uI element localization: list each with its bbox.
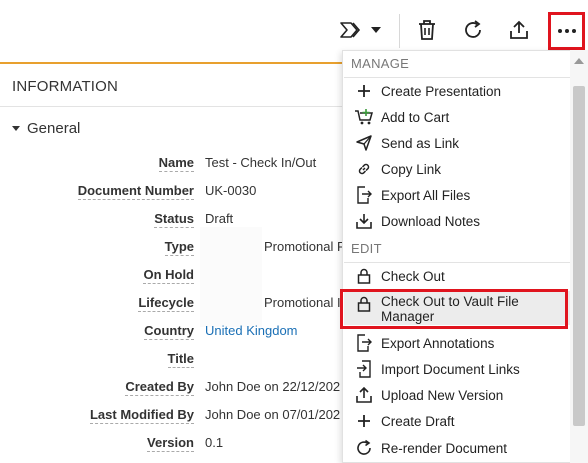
field-row-country: Country United Kingdom [0,323,350,343]
caret-down-icon [12,126,20,131]
menu-item-label: Re-render Document [381,440,508,456]
field-value: Promotional P [264,239,346,254]
field-label: Title [167,351,194,368]
menu-item-check-out[interactable]: Check Out [344,263,576,289]
more-icon [557,28,577,34]
menu-item-label: Add to Cart [381,109,450,125]
menu-item-add-to-cart[interactable]: Add to Cart [344,104,576,130]
field-label: Country [144,323,194,340]
plus-icon [354,411,374,431]
more-actions-menu: MANAGE Create Presentation Add to Cart S… [342,50,576,463]
field-label: On Hold [143,267,194,284]
field-label: Lifecycle [138,295,194,312]
upload-icon [508,19,530,41]
refresh-button[interactable] [457,14,489,46]
field-label: Status [154,211,194,228]
field-row-created-by: Created By John Doe on 22/12/202 [0,379,350,399]
menu-item-label: Create Presentation [381,83,502,99]
menu-item-re-render-document[interactable]: Re-render Document [344,435,576,461]
field-label: Document Number [77,183,194,200]
field-row-type: Type Promotional P [0,239,350,259]
menu-item-download-notes[interactable]: Download Notes [344,208,576,234]
chevron-down-icon [371,26,381,34]
menu-item-label: Create Draft [381,413,455,429]
export-icon [354,333,374,353]
menu-item-label: Upload New Version [381,387,504,403]
menu-item-label: Export All Files [381,187,471,203]
field-row-version: Version 0.1 [0,435,350,455]
field-row-last-modified-by: Last Modified By John Doe on 07/01/202 [0,407,350,427]
field-value: Test - Check In/Out [205,155,317,170]
info-divider [0,106,350,107]
trash-icon [417,19,437,41]
field-label: Name [158,155,194,172]
menu-item-copy-link[interactable]: Copy Link [344,156,576,182]
menu-item-create-presentation[interactable]: Create Presentation [344,78,576,104]
menu-item-create-draft[interactable]: Create Draft [344,408,576,434]
field-label: Type [164,239,194,256]
menu-item-upload-new-version[interactable]: Upload New Version [344,382,576,408]
refresh-icon [462,19,484,41]
workflow-button[interactable] [335,14,385,46]
send-icon [354,133,374,153]
export-icon [354,185,374,205]
info-panel-title: INFORMATION [12,78,119,95]
field-row-document-number: Document Number UK-0030 [0,183,350,203]
field-value: Promotional I [264,295,341,310]
menu-scrollbar[interactable] [570,50,588,463]
menu-item-label: Import Document Links [381,361,520,377]
toolbar-accent-line [0,62,350,64]
menu-section-edit: EDIT [351,241,382,256]
field-value: John Doe on 22/12/202 [205,379,341,394]
menu-item-label: Copy Link [381,161,442,177]
refresh-icon [354,438,374,458]
import-icon [354,359,374,379]
toolbar-separator [399,14,400,48]
workflow-icon [339,20,365,40]
field-row-lifecycle: Lifecycle Promotional I [0,295,350,315]
upload-button[interactable] [503,14,535,46]
section-title: General [27,120,81,137]
field-label: Created By [125,379,194,396]
cart-add-icon [354,107,374,127]
country-link[interactable]: United Kingdom [205,323,298,339]
lock-icon [354,266,374,286]
field-value: 0.1 [205,435,224,450]
highlight-annotation-box [340,289,568,329]
download-icon [354,211,374,231]
field-row-on-hold: On Hold [0,267,350,287]
upload-icon [354,385,374,405]
menu-item-label: Export Annotations [381,335,495,351]
field-row-status: Status Draft [0,211,350,231]
field-value: UK-0030 [205,183,257,198]
field-row-name: Name Test - Check In/Out [0,155,350,175]
menu-item-label: Send as Link [381,135,460,151]
field-label: Version [147,435,194,452]
field-label: Last Modified By [89,407,194,424]
field-row-title: Title [0,351,350,371]
menu-item-export-annotations[interactable]: Export Annotations [344,330,576,356]
link-icon [354,159,374,179]
field-value: John Doe on 07/01/202 [205,407,341,422]
menu-item-send-as-link[interactable]: Send as Link [344,130,576,156]
menu-section-manage: MANAGE [351,56,410,71]
menu-item-export-all-files[interactable]: Export All Files [344,182,576,208]
menu-item-import-document-links[interactable]: Import Document Links [344,356,576,382]
scrollbar-thumb[interactable] [573,86,585,426]
menu-item-label: Check Out [381,268,445,284]
field-value: Draft [205,211,234,226]
general-section-toggle[interactable]: General [12,120,80,137]
menu-item-label: Download Notes [381,213,481,229]
more-actions-button[interactable] [548,12,585,50]
delete-button[interactable] [411,14,443,46]
scroll-up-icon[interactable] [574,58,584,64]
plus-icon [354,81,374,101]
